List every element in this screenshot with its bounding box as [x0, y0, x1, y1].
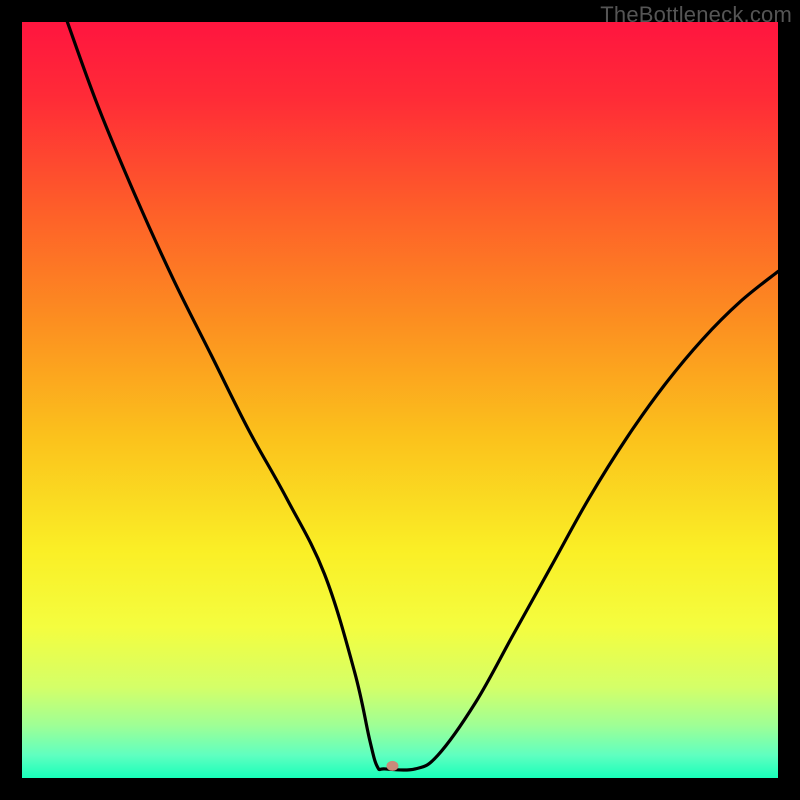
plot-area	[22, 22, 778, 778]
optimum-marker	[386, 761, 398, 771]
gradient-background	[22, 22, 778, 778]
chart-container: TheBottleneck.com	[0, 0, 800, 800]
plot-svg	[22, 22, 778, 778]
